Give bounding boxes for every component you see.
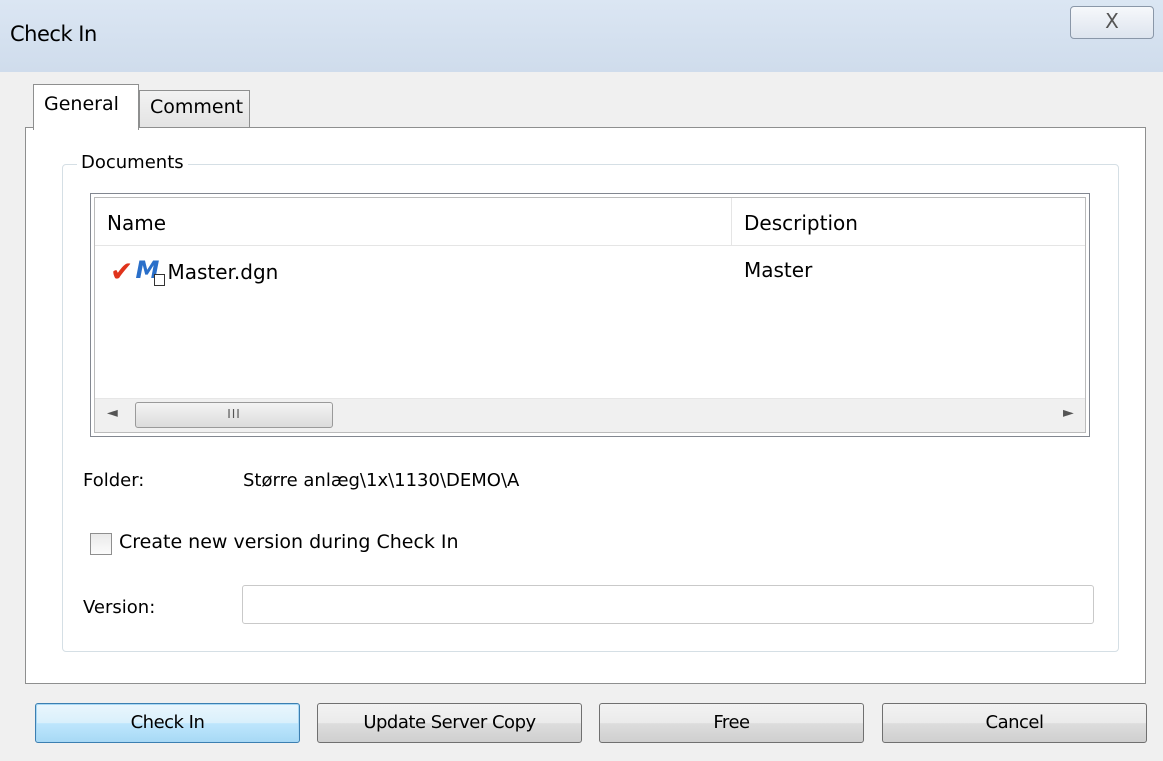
microstation-file-icon: M — [135, 258, 166, 286]
title-bar: Check In X — [0, 0, 1163, 72]
row-name-cell: Master.dgn — [167, 260, 279, 284]
folder-value: Større anlæg\1x\1130\DEMO\A — [243, 470, 520, 491]
tab-general-label: General — [44, 93, 119, 115]
tab-general[interactable]: General — [33, 84, 139, 130]
tab-comment-label: Comment — [150, 96, 244, 118]
scroll-thumb[interactable]: III — [135, 402, 333, 428]
checkmark-icon: ✔ — [110, 255, 134, 288]
documents-list[interactable]: Name Description ✔ M Master.dgn Master ◄… — [90, 193, 1090, 437]
cancel-button[interactable]: Cancel — [882, 703, 1147, 743]
scroll-right-icon[interactable]: ► — [1063, 405, 1074, 421]
check-in-button[interactable]: Check In — [35, 703, 300, 743]
documents-list-inner: Name Description ✔ M Master.dgn Master ◄… — [94, 197, 1086, 433]
dialog-title: Check In — [10, 22, 97, 46]
scroll-left-icon[interactable]: ◄ — [107, 405, 118, 421]
check-in-dialog: Check In X General Comment Documents Nam… — [0, 0, 1163, 761]
version-label: Version: — [83, 597, 156, 618]
create-version-label[interactable]: Create new version during Check In — [119, 531, 459, 553]
free-button[interactable]: Free — [599, 703, 864, 743]
row-description-cell: Master — [744, 258, 813, 282]
documents-legend: Documents — [77, 152, 188, 173]
table-row[interactable]: ✔ M Master.dgn — [110, 258, 278, 286]
tab-comment[interactable]: Comment — [139, 90, 250, 128]
folder-label: Folder: — [83, 470, 145, 491]
create-version-checkbox[interactable] — [90, 533, 112, 555]
version-input[interactable] — [242, 585, 1094, 624]
update-server-copy-button[interactable]: Update Server Copy — [317, 703, 582, 743]
column-header-name[interactable]: Name — [95, 198, 732, 246]
close-icon: X — [1105, 9, 1119, 33]
horizontal-scrollbar[interactable]: ◄ III ► — [95, 398, 1085, 432]
close-button[interactable]: X — [1070, 6, 1154, 39]
column-header-description[interactable]: Description — [732, 198, 1085, 246]
